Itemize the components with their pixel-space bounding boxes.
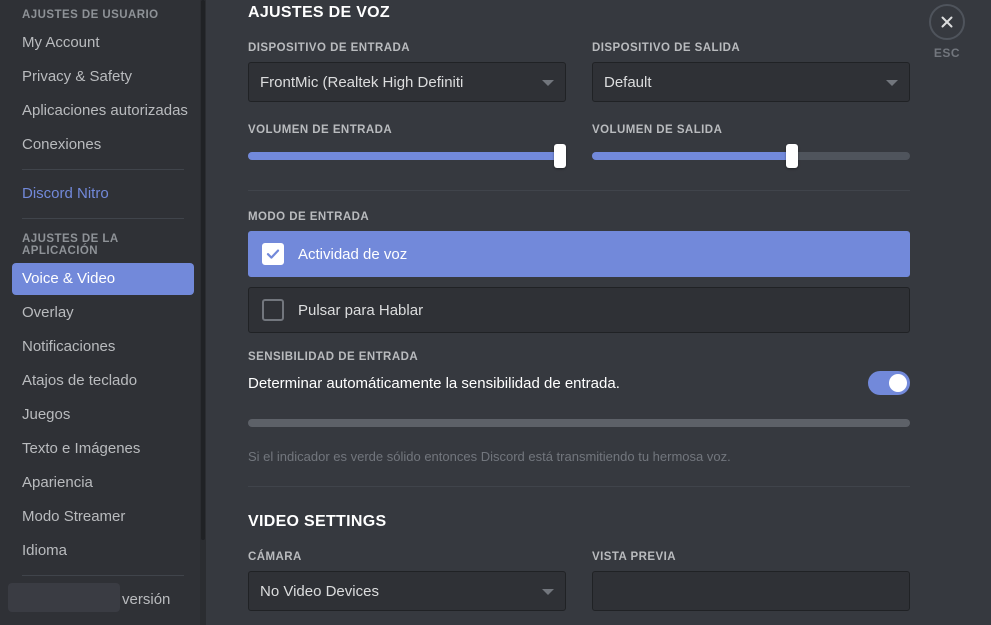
close-settings-button[interactable]: ESC	[917, 0, 977, 60]
preview-label: VISTA PREVIA	[592, 551, 676, 563]
sidebar-item-authorized-apps[interactable]: Aplicaciones autorizadas	[12, 95, 194, 127]
input-volume-group: VOLUMEN DE ENTRADA	[248, 124, 566, 168]
chevron-down-icon	[542, 589, 554, 595]
input-device-value: FrontMic (Realtek High Definiti	[260, 73, 464, 91]
input-mode-voice-activity-label: Actividad de voz	[298, 245, 408, 263]
video-row: CÁMARA No Video Devices VISTA PREVIA	[248, 551, 910, 611]
chevron-down-icon	[886, 80, 898, 86]
input-mode-label: MODO DE ENTRADA	[248, 211, 370, 223]
sidebar-item-streamer-mode[interactable]: Modo Streamer	[12, 501, 194, 533]
settings-window: AJUSTES DE USUARIO My Account Privacy & …	[0, 0, 991, 625]
camera-select[interactable]: No Video Devices	[248, 571, 566, 611]
sidebar-item-changelog[interactable]: Cambios en la versión	[12, 584, 194, 616]
sensitivity-group: SENSIBILIDAD DE ENTRADA Determinar autom…	[248, 351, 910, 464]
sidebar-item-text-images[interactable]: Texto e Imágenes	[12, 433, 194, 465]
settings-content: AJUSTES DE VOZ DISPOSITIVO DE ENTRADA Fr…	[206, 0, 991, 625]
input-device-label: DISPOSITIVO DE ENTRADA	[248, 42, 410, 54]
video-settings-title: VIDEO SETTINGS	[248, 513, 387, 530]
sidebar-item-discord-nitro[interactable]: Discord Nitro	[12, 178, 194, 210]
auto-sensitivity-text: Determinar automáticamente la sensibilid…	[248, 374, 620, 392]
input-mode-push-to-talk[interactable]: Pulsar para Hablar	[248, 287, 910, 333]
output-volume-slider[interactable]	[592, 144, 910, 168]
input-device-select[interactable]: FrontMic (Realtek High Definiti	[248, 62, 566, 102]
chevron-down-icon	[542, 80, 554, 86]
sidebar-item-appearance[interactable]: Apariencia	[12, 467, 194, 499]
content-divider-1	[248, 190, 910, 191]
content-divider-2	[248, 486, 910, 487]
input-device-group: DISPOSITIVO DE ENTRADA FrontMic (Realtek…	[248, 42, 566, 102]
toggle-knob	[889, 374, 907, 392]
sidebar-item-privacy-safety[interactable]: Privacy & Safety	[12, 61, 194, 93]
output-volume-fill	[592, 152, 793, 160]
settings-sidebar: AJUSTES DE USUARIO My Account Privacy & …	[0, 0, 206, 625]
output-device-select[interactable]: Default	[592, 62, 910, 102]
sidebar-item-games[interactable]: Juegos	[12, 399, 194, 431]
output-volume-thumb[interactable]	[786, 144, 799, 168]
device-row: DISPOSITIVO DE ENTRADA FrontMic (Realtek…	[248, 42, 910, 102]
input-volume-thumb[interactable]	[553, 144, 566, 168]
sidebar-item-overlay[interactable]: Overlay	[12, 297, 194, 329]
sidebar-item-keybinds[interactable]: Atajos de teclado	[12, 365, 194, 397]
output-volume-label: VOLUMEN DE SALIDA	[592, 124, 723, 136]
camera-preview-box	[592, 571, 910, 611]
sidebar-divider-2	[22, 218, 184, 219]
sidebar-item-notifications[interactable]: Notificaciones	[12, 331, 194, 363]
sidebar-item-language[interactable]: Idioma	[12, 535, 194, 567]
sensitivity-label: SENSIBILIDAD DE ENTRADA	[248, 351, 419, 363]
sidebar-item-my-account[interactable]: My Account	[12, 27, 194, 59]
input-volume-slider[interactable]	[248, 144, 566, 168]
checkbox-unchecked-icon	[262, 299, 284, 321]
camera-value: No Video Devices	[260, 582, 379, 600]
output-device-value: Default	[604, 73, 652, 91]
volume-row: VOLUMEN DE ENTRADA VOLUMEN DE SALIDA	[248, 124, 910, 168]
camera-group: CÁMARA No Video Devices	[248, 551, 566, 611]
output-device-group: DISPOSITIVO DE SALIDA Default	[592, 42, 910, 102]
input-volume-fill	[248, 152, 560, 160]
video-settings-group: VIDEO SETTINGS CÁMARA No Video Devices V…	[248, 513, 910, 611]
preview-group: VISTA PREVIA	[592, 551, 910, 611]
voice-activity-meter	[248, 419, 910, 427]
sidebar-divider-3	[22, 575, 184, 576]
input-mode-voice-activity[interactable]: Actividad de voz	[248, 231, 910, 277]
close-icon[interactable]	[929, 4, 965, 40]
esc-label: ESC	[933, 46, 961, 60]
input-mode-push-to-talk-label: Pulsar para Hablar	[298, 301, 424, 319]
sidebar-item-connections[interactable]: Conexiones	[12, 129, 194, 161]
camera-label: CÁMARA	[248, 551, 302, 563]
checkbox-checked-icon	[262, 243, 284, 265]
sidebar-divider-1	[22, 169, 184, 170]
output-volume-group: VOLUMEN DE SALIDA	[592, 124, 910, 168]
sidebar-scrollbar-thumb[interactable]	[201, 0, 205, 540]
sensitivity-hint: Si el indicador es verde sólido entonces…	[248, 449, 731, 464]
auto-sensitivity-row: Determinar automáticamente la sensibilid…	[248, 371, 910, 395]
sidebar-section-user-settings: AJUSTES DE USUARIO	[22, 9, 159, 21]
sidebar-item-voice-video[interactable]: Voice & Video	[12, 263, 194, 295]
input-volume-label: VOLUMEN DE ENTRADA	[248, 124, 393, 136]
input-mode-group: MODO DE ENTRADA Actividad de voz Pulsar …	[248, 211, 910, 333]
output-device-label: DISPOSITIVO DE SALIDA	[592, 42, 741, 54]
auto-sensitivity-toggle[interactable]	[868, 371, 910, 395]
voice-settings-title: AJUSTES DE VOZ	[248, 4, 391, 21]
sidebar-section-app-settings: AJUSTES DE LA APLICACIÓN	[22, 233, 119, 257]
